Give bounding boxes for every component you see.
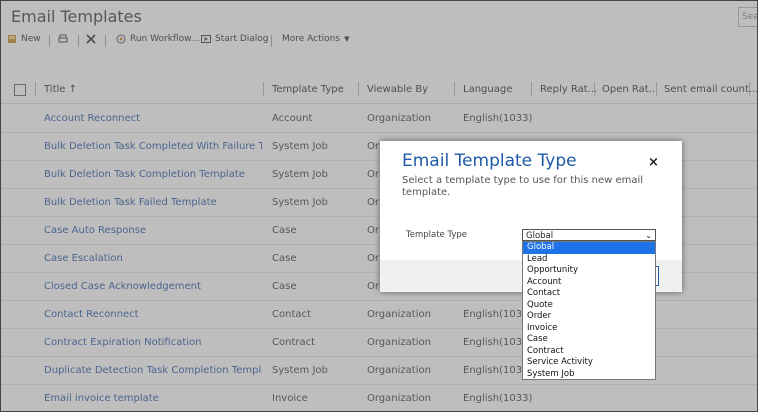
template-type-dropdown: Global Lead Opportunity Account Contact … bbox=[522, 241, 656, 380]
close-icon[interactable]: × bbox=[648, 155, 659, 170]
template-type-select[interactable]: Global ⌄ bbox=[522, 229, 656, 241]
option-service-activity[interactable]: Service Activity bbox=[523, 357, 655, 369]
option-account[interactable]: Account bbox=[523, 277, 655, 289]
option-contact[interactable]: Contact bbox=[523, 288, 655, 300]
option-opportunity[interactable]: Opportunity bbox=[523, 265, 655, 277]
option-case[interactable]: Case bbox=[523, 334, 655, 346]
option-global[interactable]: Global bbox=[523, 242, 655, 254]
option-invoice[interactable]: Invoice bbox=[523, 323, 655, 335]
option-order[interactable]: Order bbox=[523, 311, 655, 323]
option-lead[interactable]: Lead bbox=[523, 254, 655, 266]
window: Email Templates Sea New Run Workflow... bbox=[0, 0, 758, 412]
dialog-description: Select a template type to use for this n… bbox=[402, 175, 644, 198]
template-type-label: Template Type bbox=[406, 230, 468, 240]
app: Email Templates Sea New Run Workflow... bbox=[1, 1, 757, 411]
option-system-job[interactable]: System Job bbox=[523, 369, 655, 381]
template-type-selected-value: Global bbox=[526, 231, 554, 241]
option-quote[interactable]: Quote bbox=[523, 300, 655, 312]
dialog-title: Email Template Type bbox=[402, 151, 577, 171]
option-contract[interactable]: Contract bbox=[523, 346, 655, 358]
